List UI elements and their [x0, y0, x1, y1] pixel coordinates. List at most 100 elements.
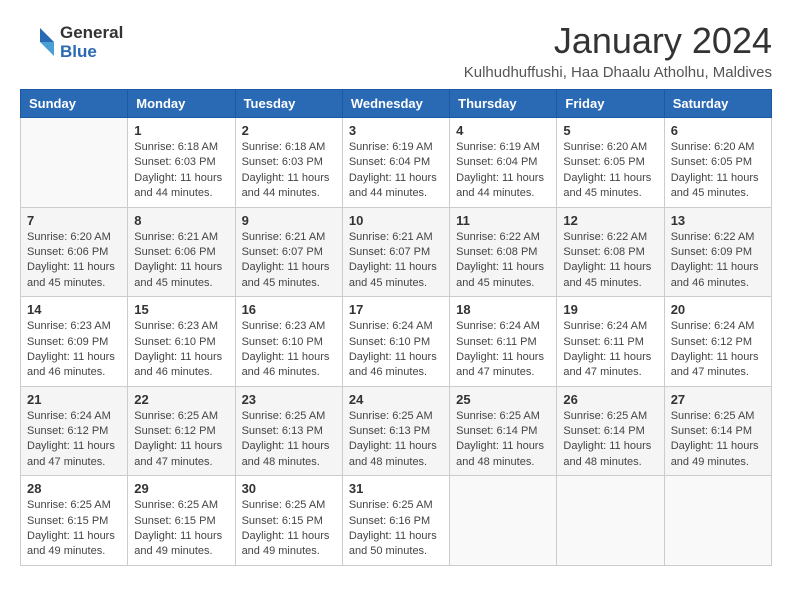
table-row: 21Sunrise: 6:24 AMSunset: 6:12 PMDayligh… [21, 386, 128, 476]
day-info: Sunrise: 6:20 AMSunset: 6:05 PMDaylight:… [563, 140, 657, 202]
table-row: 9Sunrise: 6:21 AMSunset: 6:07 PMDaylight… [235, 207, 342, 297]
day-info: Sunrise: 6:25 AMSunset: 6:14 PMDaylight:… [671, 409, 765, 471]
weekday-header: Wednesday [342, 90, 449, 118]
day-number: 26 [563, 392, 657, 407]
day-info: Sunrise: 6:22 AMSunset: 6:08 PMDaylight:… [456, 230, 550, 292]
calendar-week-row: 7Sunrise: 6:20 AMSunset: 6:06 PMDaylight… [21, 207, 772, 297]
table-row: 11 Sunrise: 6:22 AMSunset: 6:08 PMDayligh… [450, 207, 557, 297]
day-info: Sunrise: 6:25 AMSunset: 6:14 PMDaylight:… [563, 409, 657, 471]
weekday-header: Friday [557, 90, 664, 118]
weekday-header: Saturday [664, 90, 771, 118]
table-row: 25 Sunrise: 6:25 AMSunset: 6:14 PMDayligh… [450, 386, 557, 476]
day-number: 11 [456, 213, 550, 228]
table-row: 18Sunrise: 6:24 AMSunset: 6:11 PMDayligh… [450, 297, 557, 387]
day-number: 2 [242, 123, 336, 138]
calendar-table: SundayMondayTuesdayWednesdayThursdayFrid… [20, 89, 772, 566]
weekday-header: Tuesday [235, 90, 342, 118]
table-row: 7Sunrise: 6:20 AMSunset: 6:06 PMDaylight… [21, 207, 128, 297]
day-number: 6 [671, 123, 765, 138]
day-info: Sunrise: 6:25 AMSunset: 6:15 PMDaylight:… [242, 498, 336, 560]
day-info: Sunrise: 6:20 AMSunset: 6:06 PMDaylight:… [27, 230, 121, 292]
table-row: 17 Sunrise: 6:24 AMSunset: 6:10 PMDayligh… [342, 297, 449, 387]
day-number: 23 [242, 392, 336, 407]
logo: General Blue [20, 24, 123, 62]
day-info: Sunrise: 6:21 AMSunset: 6:06 PMDaylight:… [134, 230, 228, 292]
weekday-header: Sunday [21, 90, 128, 118]
day-info: Sunrise: 6:22 AMSunset: 6:08 PMDaylight:… [563, 230, 657, 292]
day-info: Sunrise: 6:25 AMSunset: 6:15 PMDaylight:… [27, 498, 121, 560]
table-row: 14Sunrise: 6:23 AMSunset: 6:09 PMDayligh… [21, 297, 128, 387]
day-info: Sunrise: 6:19 AMSunset: 6:04 PMDaylight:… [456, 140, 550, 202]
day-info: Sunrise: 6:25 AMSunset: 6:12 PMDaylight:… [134, 409, 228, 471]
table-row [664, 476, 771, 566]
logo-blue: Blue [60, 43, 123, 62]
day-number: 17 [349, 302, 443, 317]
day-info: Sunrise: 6:18 AMSunset: 6:03 PMDaylight:… [134, 140, 228, 202]
day-number: 30 [242, 481, 336, 496]
calendar-week-row: 21Sunrise: 6:24 AMSunset: 6:12 PMDayligh… [21, 386, 772, 476]
table-row: 13 Sunrise: 6:22 AMSunset: 6:09 PMDayligh… [664, 207, 771, 297]
page-header: General Blue January 2024 Kulhudhuffushi… [20, 20, 772, 81]
table-row: 31 Sunrise: 6:25 AMSunset: 6:16 PMDayligh… [342, 476, 449, 566]
calendar-header-row: SundayMondayTuesdayWednesdayThursdayFrid… [21, 90, 772, 118]
table-row: 16 Sunrise: 6:23 AMSunset: 6:10 PMDayligh… [235, 297, 342, 387]
day-number: 31 [349, 481, 443, 496]
day-number: 18 [456, 302, 550, 317]
table-row: 4 Sunrise: 6:19 AMSunset: 6:04 PMDaylight… [450, 118, 557, 208]
day-number: 16 [242, 302, 336, 317]
location-title: Kulhudhuffushi, Haa Dhaalu Atholhu, Mald… [464, 64, 772, 81]
day-info: Sunrise: 6:25 AMSunset: 6:13 PMDaylight:… [349, 409, 443, 471]
table-row [450, 476, 557, 566]
day-number: 13 [671, 213, 765, 228]
month-title: January 2024 [464, 20, 772, 62]
day-info: Sunrise: 6:23 AMSunset: 6:10 PMDaylight:… [134, 319, 228, 381]
day-info: Sunrise: 6:25 AMSunset: 6:14 PMDaylight:… [456, 409, 550, 471]
day-number: 19 [563, 302, 657, 317]
day-info: Sunrise: 6:25 AMSunset: 6:16 PMDaylight:… [349, 498, 443, 560]
day-info: Sunrise: 6:20 AMSunset: 6:05 PMDaylight:… [671, 140, 765, 202]
day-info: Sunrise: 6:19 AMSunset: 6:04 PMDaylight:… [349, 140, 443, 202]
day-number: 12 [563, 213, 657, 228]
logo-general: General [60, 24, 123, 43]
table-row: 10 Sunrise: 6:21 AMSunset: 6:07 PMDayligh… [342, 207, 449, 297]
day-number: 5 [563, 123, 657, 138]
table-row [21, 118, 128, 208]
table-row: 3 Sunrise: 6:19 AMSunset: 6:04 PMDaylight… [342, 118, 449, 208]
table-row: 28 Sunrise: 6:25 AMSunset: 6:15 PMDayligh… [21, 476, 128, 566]
table-row: 27 Sunrise: 6:25 AMSunset: 6:14 PMDayligh… [664, 386, 771, 476]
day-number: 28 [27, 481, 121, 496]
table-row: 20 Sunrise: 6:24 AMSunset: 6:12 PMDayligh… [664, 297, 771, 387]
day-number: 20 [671, 302, 765, 317]
day-number: 10 [349, 213, 443, 228]
day-info: Sunrise: 6:18 AMSunset: 6:03 PMDaylight:… [242, 140, 336, 202]
table-row: 26 Sunrise: 6:25 AMSunset: 6:14 PMDayligh… [557, 386, 664, 476]
day-info: Sunrise: 6:23 AMSunset: 6:10 PMDaylight:… [242, 319, 336, 381]
day-info: Sunrise: 6:25 AMSunset: 6:13 PMDaylight:… [242, 409, 336, 471]
day-number: 15 [134, 302, 228, 317]
table-row: 30 Sunrise: 6:25 AMSunset: 6:15 PMDayligh… [235, 476, 342, 566]
weekday-header: Monday [128, 90, 235, 118]
day-info: Sunrise: 6:22 AMSunset: 6:09 PMDaylight:… [671, 230, 765, 292]
table-row: 8Sunrise: 6:21 AMSunset: 6:06 PMDaylight… [128, 207, 235, 297]
day-info: Sunrise: 6:24 AMSunset: 6:10 PMDaylight:… [349, 319, 443, 381]
day-number: 24 [349, 392, 443, 407]
table-row: 19Sunrise: 6:24 AMSunset: 6:11 PMDayligh… [557, 297, 664, 387]
calendar-week-row: 28 Sunrise: 6:25 AMSunset: 6:15 PMDayligh… [21, 476, 772, 566]
day-info: Sunrise: 6:25 AMSunset: 6:15 PMDaylight:… [134, 498, 228, 560]
weekday-header: Thursday [450, 90, 557, 118]
table-row: 12 Sunrise: 6:22 AMSunset: 6:08 PMDayligh… [557, 207, 664, 297]
day-info: Sunrise: 6:21 AMSunset: 6:07 PMDaylight:… [349, 230, 443, 292]
day-number: 3 [349, 123, 443, 138]
title-block: January 2024 Kulhudhuffushi, Haa Dhaalu … [464, 20, 772, 81]
day-info: Sunrise: 6:21 AMSunset: 6:07 PMDaylight:… [242, 230, 336, 292]
day-number: 25 [456, 392, 550, 407]
table-row: 1Sunrise: 6:18 AMSunset: 6:03 PMDaylight… [128, 118, 235, 208]
day-number: 4 [456, 123, 550, 138]
table-row: 2 Sunrise: 6:18 AMSunset: 6:03 PMDaylight… [235, 118, 342, 208]
day-number: 27 [671, 392, 765, 407]
table-row: 23 Sunrise: 6:25 AMSunset: 6:13 PMDayligh… [235, 386, 342, 476]
day-number: 21 [27, 392, 121, 407]
table-row: 29Sunrise: 6:25 AMSunset: 6:15 PMDayligh… [128, 476, 235, 566]
table-row [557, 476, 664, 566]
day-info: Sunrise: 6:24 AMSunset: 6:12 PMDaylight:… [671, 319, 765, 381]
